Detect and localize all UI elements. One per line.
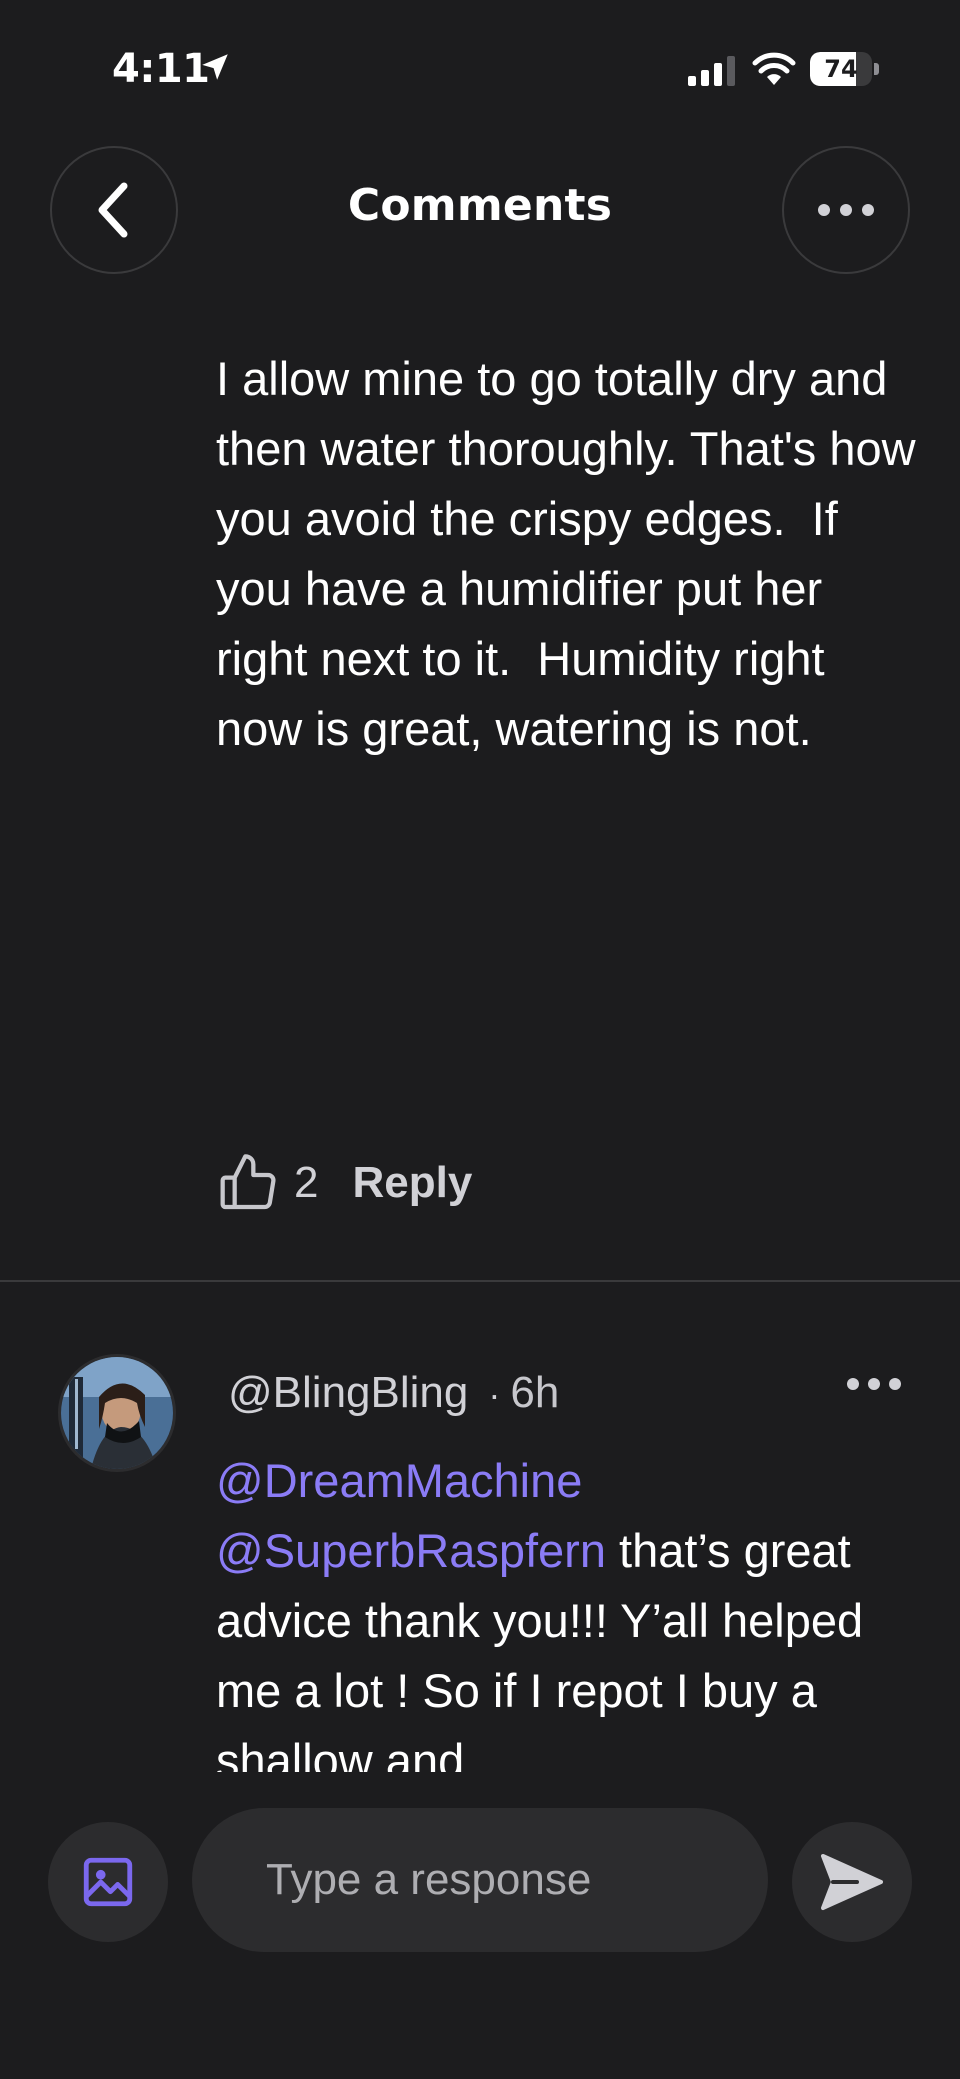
divider [0, 1280, 960, 1282]
avatar[interactable] [58, 1354, 176, 1472]
image-icon [83, 1857, 133, 1907]
response-input[interactable] [264, 1854, 748, 1906]
wifi-icon [752, 52, 796, 85]
cellular-signal-icon [688, 56, 735, 86]
battery-percent: 74 [824, 55, 858, 83]
username[interactable]: @BlingBling [228, 1368, 468, 1417]
location-arrow-icon [202, 54, 228, 80]
mention-link[interactable]: @DreamMachine [216, 1454, 582, 1507]
timestamp: 6h [510, 1368, 560, 1417]
more-horizontal-icon [847, 1378, 901, 1390]
more-horizontal-icon [818, 204, 874, 216]
reply-text: @DreamMachine @SuperbRaspfern that’s gre… [216, 1446, 916, 1772]
mention-link[interactable]: @SuperbRaspfern [216, 1524, 606, 1577]
response-input-container[interactable] [192, 1808, 768, 1952]
comment-actions: 2 Reply [216, 1148, 472, 1218]
battery-icon: 74 [810, 52, 880, 88]
composer-bar [0, 1790, 960, 2079]
status-bar: 4:11 74 [0, 0, 960, 140]
comment-more-button[interactable] [846, 1376, 902, 1395]
like-count: 2 [294, 1158, 319, 1207]
thumbs-up-icon[interactable] [216, 1151, 280, 1215]
comment-text: I allow mine to go totally dry and then … [216, 352, 929, 755]
more-options-button[interactable] [782, 146, 910, 274]
reply-button[interactable]: Reply [352, 1158, 472, 1208]
send-button[interactable] [792, 1822, 912, 1942]
comment-header: @BlingBling · 6h [228, 1368, 559, 1418]
send-icon [821, 1854, 883, 1910]
status-time: 4:11 [112, 46, 210, 92]
separator-dot: · [488, 1374, 501, 1415]
attach-image-button[interactable] [48, 1822, 168, 1942]
